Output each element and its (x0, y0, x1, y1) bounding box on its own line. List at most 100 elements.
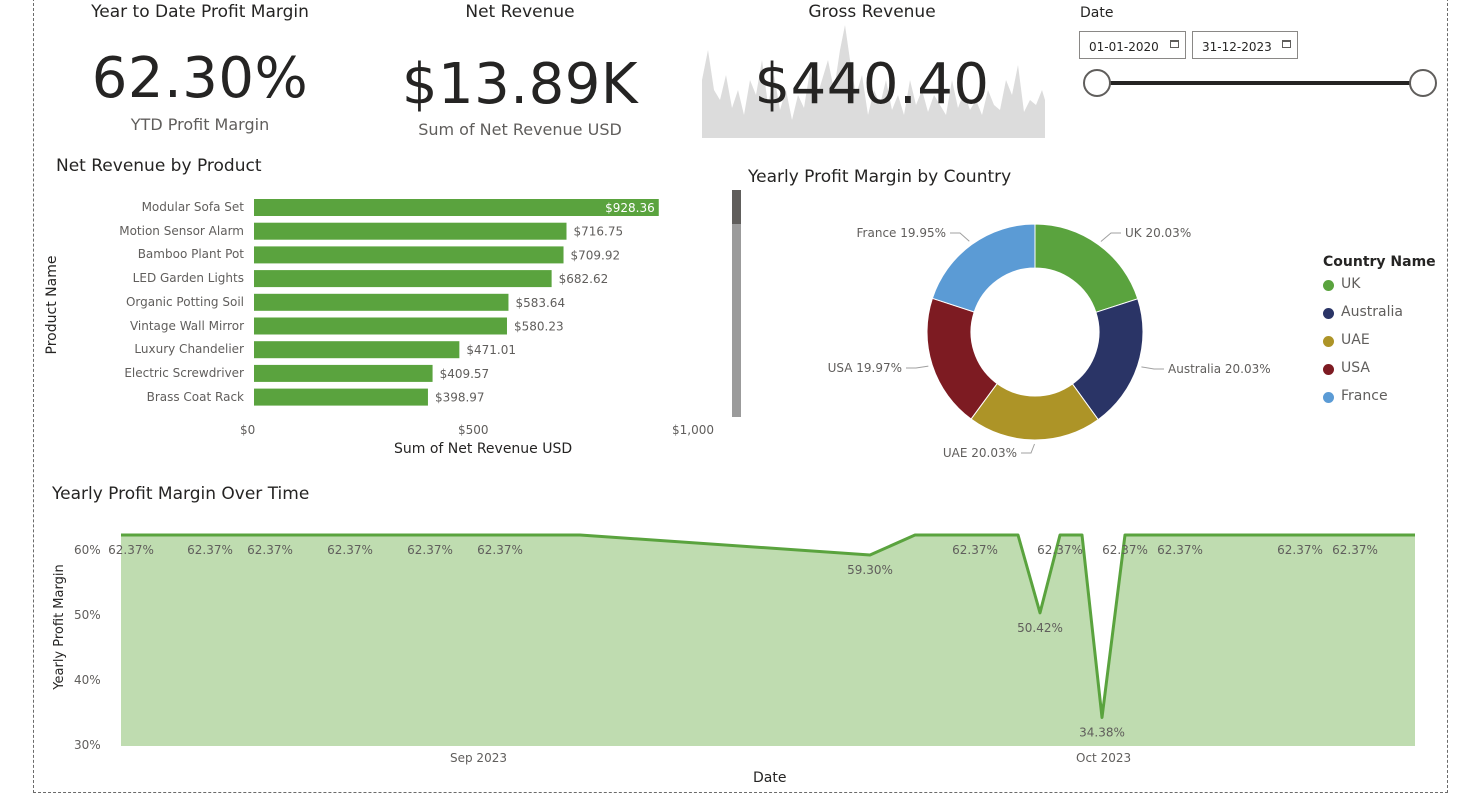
donut-chart-title: Yearly Profit Margin by Country (748, 167, 1012, 187)
scrollbar-thumb[interactable] (732, 190, 741, 224)
start-date-value: 01-01-2020 (1089, 40, 1159, 54)
kpi-net-subtitle: Sum of Net Revenue USD (418, 120, 622, 139)
start-date-input[interactable]: 01-01-2020 (1079, 31, 1186, 59)
donut-leader-line (1021, 443, 1035, 454)
bar[interactable] (254, 222, 567, 240)
bar-category-label: Brass Coat Rack (146, 389, 244, 404)
bar-chart-title: Net Revenue by Product (56, 156, 262, 176)
bar-value-label: $716.75 (574, 225, 624, 239)
line-y-tick-1: 50% (74, 608, 101, 622)
kpi-gross-value: $440.40 (754, 52, 990, 117)
line-y-tick-2: 40% (74, 673, 101, 687)
line-y-tick-0: 60% (74, 543, 101, 557)
line-chart-title: Yearly Profit Margin Over Time (52, 484, 310, 504)
bar-category-label: Luxury Chandelier (134, 342, 244, 357)
calendar-icon[interactable] (1170, 40, 1179, 48)
legend-item[interactable]: France (1341, 388, 1388, 404)
bar[interactable] (254, 388, 428, 406)
line-data-label: 62.37% (327, 543, 373, 557)
donut-data-label: Australia 20.03% (1168, 362, 1271, 376)
line-data-label: 62.37% (1157, 543, 1203, 557)
date-range-slider[interactable] (1080, 66, 1440, 100)
bar-category-label: Modular Sofa Set (141, 200, 244, 214)
donut-leader-line (1100, 232, 1121, 242)
line-data-label: 62.37% (952, 543, 998, 557)
line-data-label: 50.42% (1017, 621, 1063, 635)
donut-slice[interactable] (931, 223, 1036, 313)
bar-x-tick-2: $1,000 (672, 423, 714, 437)
bar-x-tick-0: $0 (240, 423, 256, 437)
bar[interactable] (254, 293, 509, 311)
bar-category-label: Bamboo Plant Pot (137, 247, 244, 262)
end-date-input[interactable]: 31-12-2023 (1192, 31, 1298, 59)
bar-category-label: Vintage Wall Mirror (129, 318, 244, 333)
line-data-label: 62.37% (1332, 543, 1378, 557)
bar-value-label: $398.97 (435, 391, 485, 405)
line-data-label: 62.37% (407, 543, 453, 557)
line-data-label: 62.37% (1037, 543, 1083, 557)
bar-value-label: $709.92 (571, 248, 621, 262)
bar[interactable] (254, 270, 552, 288)
bar-category-label: Electric Screwdriver (124, 365, 244, 380)
slider-end-handle[interactable] (1409, 69, 1437, 97)
bar[interactable] (254, 199, 659, 216)
bar-category-label: LED Garden Lights (132, 271, 244, 286)
donut-leader-line (906, 365, 929, 369)
donut-chart: UK 20.03% Australia 20.03% UAE 20.03% USA 1… (828, 223, 1271, 460)
line-x-tick-1: Oct 2023 (1076, 751, 1132, 765)
legend-item[interactable]: UK (1341, 276, 1360, 292)
legend-dot (1323, 364, 1334, 375)
bar-value-label: $471.01 (466, 343, 516, 357)
donut-data-label: France 19.95% (857, 226, 946, 240)
legend-item[interactable]: USA (1341, 360, 1370, 376)
bar[interactable] (254, 341, 460, 359)
line-data-label: 62.37% (247, 543, 293, 557)
kpi-ytd-title: Year to Date Profit Margin (91, 2, 309, 22)
legend-item[interactable]: UAE (1341, 332, 1370, 348)
bar-category-label: Organic Potting Soil (125, 294, 244, 309)
bar-value-label: $580.23 (514, 320, 564, 334)
donut-slice[interactable] (1034, 223, 1139, 313)
kpi-net-title: Net Revenue (465, 2, 575, 22)
bar-value-label: $928.36 (605, 201, 655, 215)
donut-data-label: UK 20.03% (1125, 226, 1191, 240)
kpi-gross-title: Gross Revenue (808, 2, 936, 22)
kpi-ytd-value: 62.30% (91, 46, 309, 111)
legend-title: Country Name (1323, 254, 1436, 270)
kpi-net-value: $13.89K (401, 52, 639, 117)
bar-x-tick-1: $500 (458, 423, 489, 437)
bar-value-label: $409.57 (440, 367, 490, 381)
line-chart: 62.37% 62.37% 62.37% 62.37% 62.37% 62.37% 59.3… (108, 533, 1415, 746)
line-data-label: 62.37% (477, 543, 523, 557)
bar-chart: $928.36 $716.75 $709.92 $682.62 $583.64 $580.… (254, 199, 659, 406)
area-fill (121, 535, 1415, 746)
calendar-icon[interactable] (1282, 40, 1291, 48)
bar[interactable] (254, 317, 507, 335)
line-chart-y-axis-title: Yearly Profit Margin (52, 564, 67, 690)
line-data-label: 34.38% (1079, 725, 1125, 739)
line-data-label: 62.37% (187, 543, 233, 557)
line-data-label: 62.37% (108, 543, 154, 557)
bar[interactable] (254, 246, 564, 264)
slider-start-handle[interactable] (1083, 69, 1111, 97)
bar-chart-scrollbar[interactable] (732, 190, 741, 417)
donut-data-label: USA 19.97% (828, 361, 902, 375)
legend-item[interactable]: Australia (1341, 304, 1403, 320)
bar-category-label: Motion Sensor Alarm (119, 223, 244, 238)
legend-dot (1323, 336, 1334, 347)
bar[interactable] (254, 364, 433, 382)
bar-value-label: $583.64 (515, 296, 565, 310)
bar-chart-y-axis-title: Product Name (44, 255, 60, 355)
line-x-tick-0: Sep 2023 (450, 751, 507, 765)
bar-chart-x-axis-title: Sum of Net Revenue USD (394, 441, 573, 457)
date-slicer-label: Date (1080, 5, 1114, 21)
legend-dot (1323, 280, 1334, 291)
line-data-label: 62.37% (1277, 543, 1323, 557)
legend-dot (1323, 308, 1334, 319)
line-chart-x-axis-title: Date (753, 770, 787, 786)
line-data-label: 62.37% (1102, 543, 1148, 557)
kpi-ytd-subtitle: YTD Profit Margin (130, 115, 270, 134)
legend-dot (1323, 392, 1334, 403)
donut-data-label: UAE 20.03% (943, 446, 1017, 460)
line-y-tick-3: 30% (74, 738, 101, 752)
